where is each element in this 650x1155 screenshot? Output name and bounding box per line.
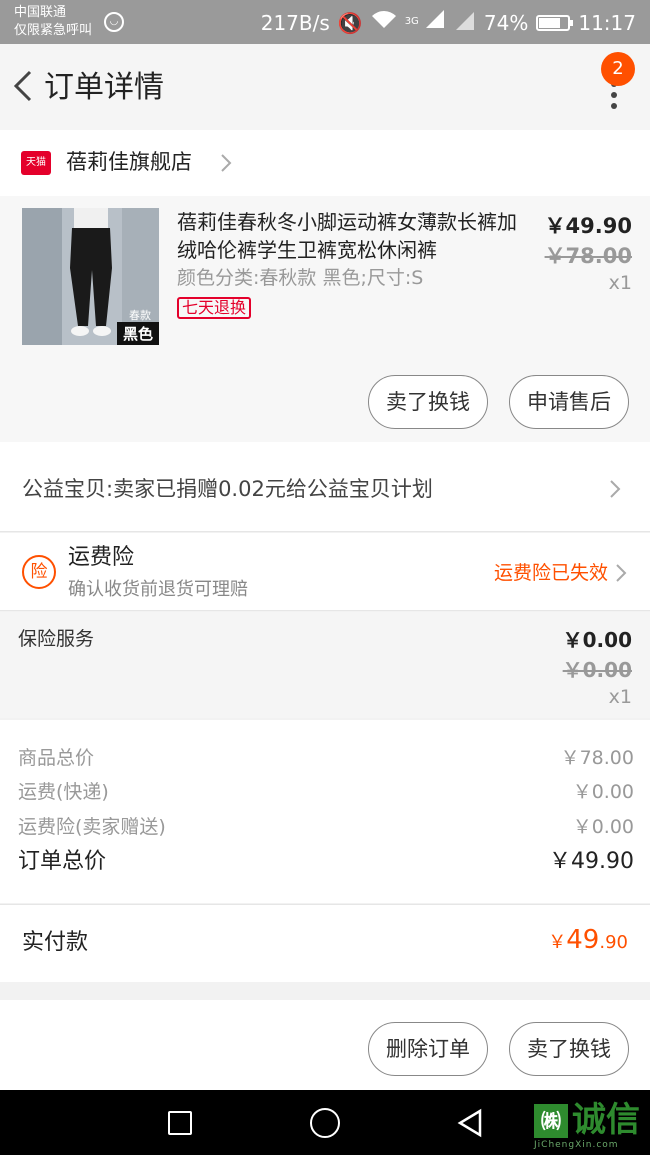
tmall-icon: 天猫 — [21, 151, 51, 175]
face-unlock-icon: ◡ — [104, 12, 124, 32]
watermark-url: JiChengXin.com — [534, 1140, 619, 1150]
item-quantity: x1 — [608, 272, 632, 294]
image-color-tag: 黑色 — [116, 322, 159, 345]
status-icons: 217B/s 🔇 3G 74% 11:17 — [253, 8, 636, 37]
order-total-row: 订单总价 ￥49.90 — [18, 848, 634, 876]
service-original-price: ￥0.00 — [562, 658, 632, 682]
chevron-right-icon — [221, 154, 232, 172]
nav-bar: 订单详情 2 — [0, 44, 650, 130]
battery-fill — [539, 17, 561, 28]
page-title: 订单详情 — [44, 70, 164, 105]
sell-for-cash-button[interactable]: 卖了换钱 — [368, 375, 488, 429]
action-bar: 删除订单 卖了换钱 — [0, 1000, 650, 1090]
item-original-price: ￥78.00 — [544, 244, 632, 268]
service-price: ￥0.00 — [562, 628, 632, 652]
paid-amount: ￥49.90 — [548, 925, 628, 955]
summary-row: 商品总价 ￥78.00 — [18, 744, 634, 772]
mute-icon: 🔇 — [337, 10, 363, 35]
summary-value: ￥0.00 — [572, 816, 634, 838]
paid-amount-dec: .90 — [599, 932, 628, 953]
signal-icon-2 — [454, 9, 476, 37]
back-icon[interactable] — [10, 66, 40, 106]
summary-value: ￥0.00 — [572, 781, 634, 803]
battery-icon — [536, 14, 574, 31]
battery-percent: 74% — [483, 10, 529, 35]
notification-badge: 2 — [601, 52, 635, 86]
summary-label: 运费(快递) — [18, 781, 109, 803]
emergency-only-label: 仅限紧急呼叫 — [14, 23, 93, 38]
product-image[interactable]: 春款 黑色 — [22, 208, 159, 345]
paid-currency: ￥ — [548, 932, 567, 953]
summary-row: 运费险(卖家赠送) ￥0.00 — [18, 813, 634, 841]
wifi-icon — [371, 9, 397, 37]
order-item[interactable]: 春款 黑色 蓓莉佳春秋冬小脚运动裤女薄款长裤加绒哈伦裤学生卫裤宽松休闲裤 颜色分… — [0, 196, 650, 442]
shop-row[interactable]: 天猫 蓓莉佳旗舰店 — [0, 130, 650, 196]
signal-icon: 3G — [405, 8, 446, 37]
order-total-value: ￥49.90 — [549, 849, 634, 874]
item-title[interactable]: 蓓莉佳春秋冬小脚运动裤女薄款长裤加绒哈伦裤学生卫裤宽松休闲裤 — [177, 208, 517, 264]
paid-label: 实付款 — [22, 930, 89, 955]
recents-icon[interactable] — [168, 1111, 192, 1135]
home-icon[interactable] — [310, 1108, 340, 1138]
paid-amount-int: 49 — [566, 925, 600, 955]
item-sku: 颜色分类:春秋款 黑色;尺寸:S — [177, 267, 424, 289]
seven-day-return-tag: 七天退换 — [177, 297, 252, 319]
status-bar: 中国联通 仅限紧急呼叫 ◡ 217B/s 🔇 3G 74% 11:17 — [0, 0, 650, 44]
image-season-tag: 春款 — [129, 309, 151, 322]
charity-row[interactable]: 公益宝贝:卖家已捐赠0.02元给公益宝贝计划 — [0, 442, 650, 532]
apply-aftersale-button[interactable]: 申请售后 — [509, 375, 629, 429]
summary-value: ￥78.00 — [560, 747, 634, 769]
shop-name[interactable]: 蓓莉佳旗舰店 — [66, 147, 192, 177]
summary-row: 运费(快递) ￥0.00 — [18, 778, 634, 806]
carrier-name: 中国联通 — [14, 5, 67, 20]
paid-amount-row: 实付款 ￥49.90 — [0, 904, 650, 982]
chevron-right-icon — [610, 480, 621, 498]
price-summary: 商品总价 ￥78.00 运费(快递) ￥0.00 运费险(卖家赠送) ￥0.00… — [0, 720, 650, 903]
shipping-insurance-row[interactable]: 险 运费险 确认收货前退货可理赔 运费险已失效 — [0, 533, 650, 611]
summary-label: 商品总价 — [18, 747, 95, 769]
back-triangle-icon[interactable] — [456, 1108, 484, 1138]
sell-for-cash-button-bottom[interactable]: 卖了换钱 — [509, 1022, 629, 1076]
insurance-service: 保险服务 ￥0.00 ￥0.00 x1 — [0, 612, 650, 718]
charity-text: 公益宝贝:卖家已捐赠0.02元给公益宝贝计划 — [22, 477, 433, 501]
net-speed: 217B/s — [260, 10, 330, 35]
summary-label: 运费险(卖家赠送) — [18, 816, 166, 838]
insurance-status: 运费险已失效 — [493, 562, 608, 584]
insurance-subtitle: 确认收货前退货可理赔 — [68, 579, 248, 600]
chevron-right-icon — [616, 564, 627, 582]
insurance-title: 运费险 — [68, 545, 135, 570]
service-quantity: x1 — [608, 686, 632, 708]
watermark-text: 诚信 — [572, 1100, 640, 1140]
carrier-info: 中国联通 仅限紧急呼叫 — [14, 4, 92, 40]
service-label: 保险服务 — [18, 628, 95, 650]
watermark: ㈱ 诚信 JiChengXin.com — [534, 1098, 650, 1154]
item-price: ￥49.90 — [544, 214, 632, 238]
order-total-label: 订单总价 — [18, 849, 107, 874]
delete-order-button[interactable]: 删除订单 — [368, 1022, 488, 1076]
clock: 11:17 — [578, 10, 636, 35]
insurance-icon: 险 — [22, 555, 56, 589]
watermark-logo-icon: ㈱ — [534, 1104, 568, 1138]
